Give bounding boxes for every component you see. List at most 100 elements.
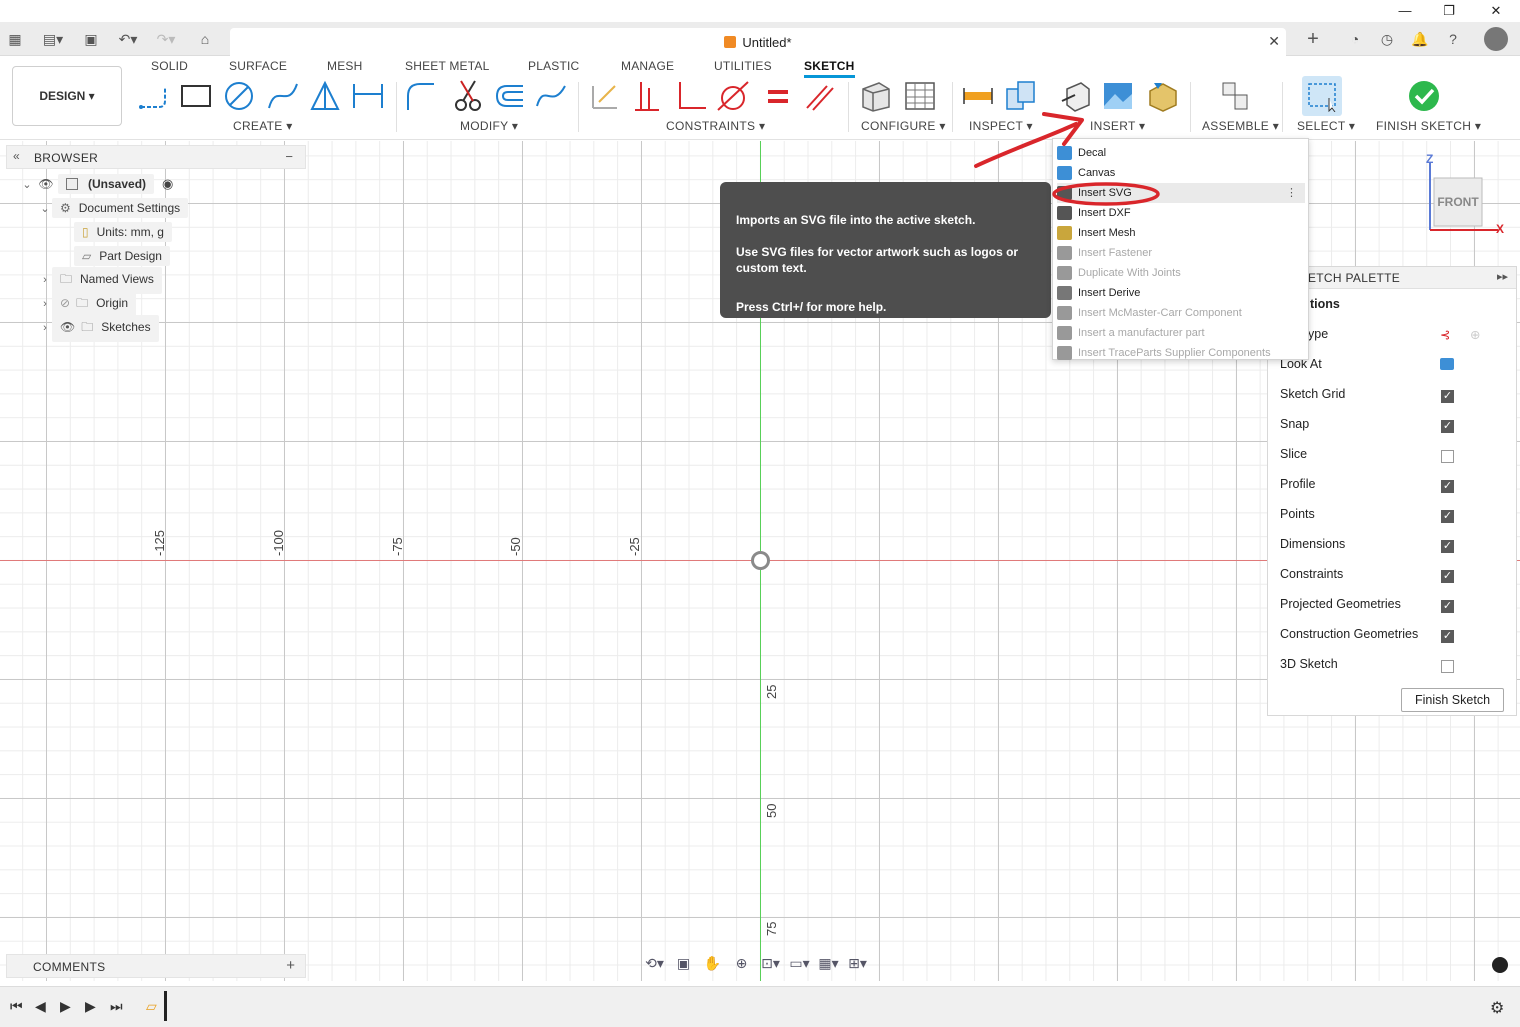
go-to-end-icon[interactable]: ⏭ — [110, 998, 123, 1015]
display-settings-icon[interactable]: ▭▾ — [787, 955, 812, 972]
pan-icon[interactable]: ✋ — [700, 955, 725, 972]
redo-icon[interactable]: ↷▾ — [152, 30, 180, 48]
chevron-down-icon[interactable]: ⌄ — [38, 202, 52, 215]
assemble-menu[interactable]: ASSEMBLE ▾ — [1202, 119, 1279, 133]
orbit-icon[interactable]: ⟲▾ — [642, 955, 667, 972]
insert-menu-item[interactable]: Decal — [1057, 143, 1305, 163]
more-options-icon[interactable]: ⋮ — [1286, 186, 1297, 199]
sketch-timeline-item-icon[interactable]: ▱ — [146, 998, 157, 1015]
job-status-icon[interactable]: ◷ — [1378, 30, 1396, 48]
step-forward-icon[interactable]: ▶ — [85, 998, 96, 1015]
workspace-switcher-button[interactable]: DESIGN ▾ — [12, 66, 122, 126]
eye-icon[interactable]: 👁 — [34, 177, 58, 191]
tree-document-settings[interactable]: ⌄ ⚙ Document Settings — [38, 197, 189, 219]
maximize-button[interactable]: ❐ — [1434, 2, 1464, 20]
undo-icon[interactable]: ↶▾ — [114, 30, 142, 48]
insert-menu-item[interactable]: Insert TraceParts Supplier Components — [1057, 343, 1305, 363]
configure-menu[interactable]: CONFIGURE ▾ — [861, 119, 946, 133]
zoom-window-icon[interactable]: ⊡▾ — [758, 955, 783, 972]
option-checkbox[interactable]: ✓ — [1441, 390, 1454, 403]
file-menu-icon[interactable]: ▤▾ — [40, 30, 66, 48]
play-icon[interactable]: ▶ — [60, 998, 71, 1015]
tree-origin[interactable]: › ⊘ 🗀 Origin — [38, 290, 137, 318]
option-checkbox[interactable]: ✓ — [1441, 630, 1454, 643]
dimension-tool-icon[interactable] — [350, 78, 386, 114]
extensions-icon[interactable]: ◔ — [1346, 30, 1364, 48]
triangle-tool-icon[interactable] — [307, 78, 343, 114]
step-back-icon[interactable]: ◀ — [35, 998, 46, 1015]
tab-manage[interactable]: MANAGE — [621, 59, 674, 73]
spline-tool-icon[interactable] — [265, 78, 301, 114]
option-checkbox[interactable]: ✓ — [1441, 600, 1454, 613]
parallel-constraint-icon[interactable] — [802, 78, 838, 114]
eye-hidden-icon[interactable]: ⊘ — [60, 296, 70, 310]
insert-menu-item[interactable]: Insert SVG ⋮ — [1057, 183, 1305, 203]
vertical-constraint-icon[interactable] — [630, 78, 666, 114]
eye-icon[interactable]: 👁 — [60, 320, 75, 334]
constraints-menu[interactable]: CONSTRAINTS ▾ — [666, 119, 765, 133]
chevron-right-icon[interactable]: › — [38, 274, 52, 286]
palette-row-look-at[interactable]: Look At — [1280, 357, 1510, 377]
tree-root[interactable]: ⌄ 👁 (Unsaved) ◉ — [20, 173, 173, 195]
palette-expand-icon[interactable]: ▸▸ — [1497, 270, 1508, 283]
insert-canvas-icon[interactable] — [1100, 78, 1136, 114]
collapse-arrows-icon[interactable]: « — [13, 149, 20, 163]
trim-tool-icon[interactable] — [450, 78, 486, 114]
activate-radio-icon[interactable]: ◉ — [162, 176, 173, 192]
insert-menu-item[interactable]: Canvas — [1057, 163, 1305, 183]
finish-sketch-check-icon[interactable] — [1406, 78, 1442, 114]
insert-menu-item[interactable]: Duplicate With Joints — [1057, 263, 1305, 283]
rectangle-tool-icon[interactable] — [178, 78, 214, 114]
insert-menu-item[interactable]: Insert Fastener — [1057, 243, 1305, 263]
insert-menu-item[interactable]: Insert a manufacturer part — [1057, 323, 1305, 343]
help-icon[interactable]: ? — [1444, 30, 1462, 48]
viewports-icon[interactable]: ⊞▾ — [845, 955, 870, 972]
app-grid-icon[interactable]: ▦ — [6, 30, 24, 48]
home-icon[interactable]: ⌂ — [196, 30, 214, 48]
option-checkbox[interactable] — [1441, 450, 1454, 463]
tangent-constraint-icon[interactable] — [715, 78, 751, 114]
insert-derive-icon[interactable] — [1058, 78, 1094, 114]
tab-plastic[interactable]: PLASTIC — [528, 59, 579, 73]
tab-utilities[interactable]: UTILITIES — [714, 59, 772, 73]
configure-icon[interactable] — [858, 78, 894, 114]
tab-close-button[interactable]: ✕ — [1268, 33, 1280, 50]
finish-sketch-button[interactable]: Finish Sketch — [1401, 688, 1504, 712]
curve-tool-icon[interactable] — [533, 78, 569, 114]
notifications-icon[interactable]: 🔔 — [1411, 30, 1429, 48]
construction-linetype-icon[interactable]: ⊰ — [1440, 327, 1450, 342]
select-tool-icon[interactable] — [1302, 76, 1342, 116]
assemble-icon[interactable] — [1218, 78, 1254, 114]
chevron-right-icon[interactable]: › — [38, 322, 52, 334]
insert-menu-button[interactable]: INSERT ▾ — [1090, 119, 1145, 133]
select-menu[interactable]: SELECT ▾ — [1297, 119, 1355, 133]
tab-sketch[interactable]: SKETCH — [804, 59, 855, 78]
circle-tool-icon[interactable] — [221, 78, 257, 114]
origin-point[interactable] — [751, 551, 770, 570]
chevron-right-icon[interactable]: › — [38, 298, 52, 310]
look-at-icon[interactable]: ▣ — [671, 955, 696, 972]
tab-mesh[interactable]: MESH — [327, 59, 362, 73]
offset-tool-icon[interactable] — [492, 78, 528, 114]
finish-sketch-menu[interactable]: FINISH SKETCH ▾ — [1376, 119, 1481, 133]
chevron-down-icon[interactable]: ⌄ — [20, 178, 34, 191]
equal-constraint-icon[interactable] — [760, 78, 796, 114]
browser-minimize-button[interactable]: − — [285, 149, 293, 164]
inspect-menu[interactable]: INSPECT ▾ — [969, 119, 1033, 133]
document-tab[interactable]: Untitled* ✕ — [230, 28, 1286, 56]
configure-table-icon[interactable] — [902, 78, 938, 114]
modify-menu[interactable]: MODIFY ▾ — [460, 119, 518, 133]
option-checkbox[interactable]: ✓ — [1441, 480, 1454, 493]
measure-icon[interactable] — [960, 78, 996, 114]
timeline-marker[interactable] — [164, 991, 167, 1021]
option-checkbox[interactable]: ✓ — [1441, 570, 1454, 583]
insert-menu-item[interactable]: Insert McMaster-Carr Component — [1057, 303, 1305, 323]
tab-surface[interactable]: SURFACE — [229, 59, 287, 73]
coincident-constraint-icon[interactable] — [588, 78, 624, 114]
new-tab-icon[interactable]: + — [1304, 29, 1322, 49]
add-comment-button[interactable]: + — [286, 957, 295, 974]
timeline-settings-gear-icon[interactable]: ⚙ — [1490, 998, 1504, 1018]
look-at-icon[interactable] — [1440, 358, 1454, 370]
save-icon[interactable]: ▣ — [82, 30, 100, 48]
insert-menu-item[interactable]: Insert Mesh — [1057, 223, 1305, 243]
